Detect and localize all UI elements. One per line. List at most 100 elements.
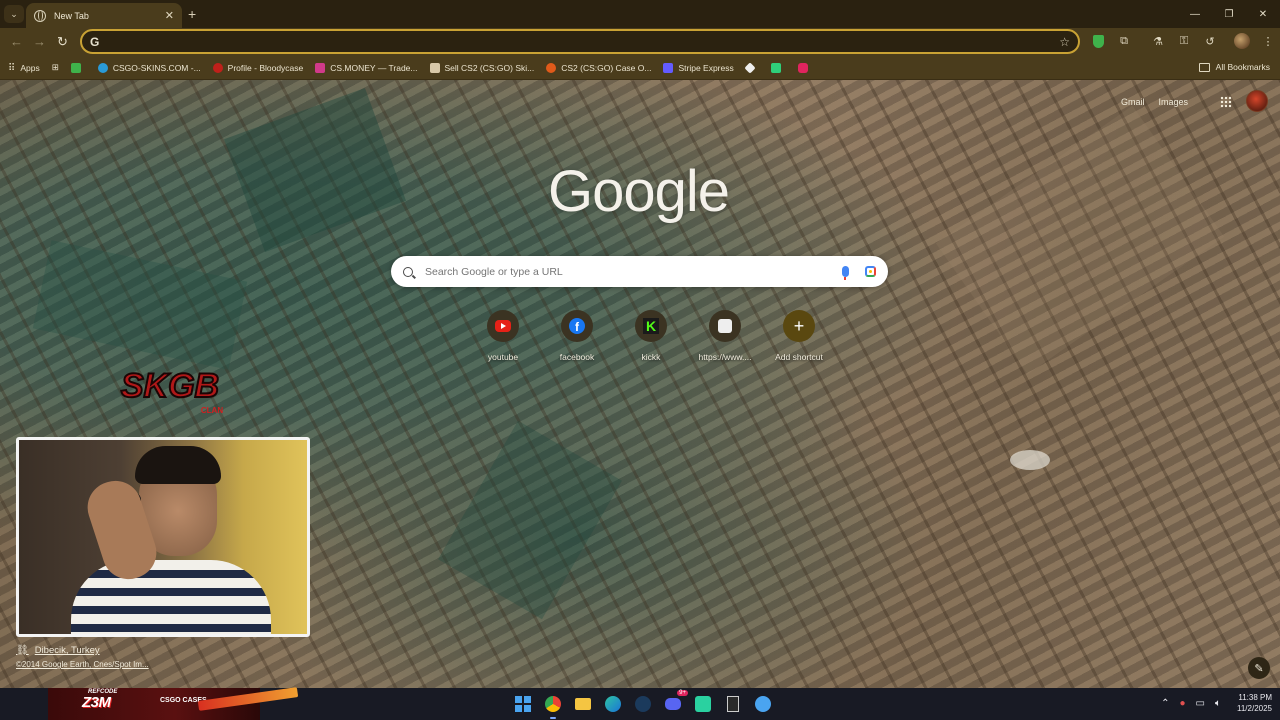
background-location-link[interactable]: ⛓ Dibecik, Turkey: [16, 645, 100, 656]
customize-pencil-icon[interactable]: ✎: [1248, 657, 1270, 679]
chrome-icon[interactable]: [542, 693, 564, 719]
shield-extension-icon[interactable]: [1090, 33, 1106, 49]
speaker-icon[interactable]: 🔈︎: [1215, 698, 1221, 709]
background-field: [438, 420, 622, 620]
labs-icon[interactable]: ⚗: [1150, 33, 1166, 49]
person-hair: [135, 446, 221, 484]
shortcut-label: facebook: [559, 352, 595, 362]
epic-games-icon[interactable]: [722, 693, 744, 715]
address-bar[interactable]: G ☆: [80, 29, 1080, 54]
shortcut-facebook[interactable]: f facebook: [540, 310, 614, 362]
toolbar-icons: ⧉ ⚗ ⚿ ↺ ⋮: [1090, 33, 1276, 49]
bookmark-label: Stripe Express: [678, 62, 734, 73]
all-bookmarks-button[interactable]: All Bookmarks: [1198, 62, 1270, 72]
windows-start-icon[interactable]: [512, 693, 534, 715]
date-label: 11/2/2025: [1237, 704, 1272, 713]
steam-icon[interactable]: [632, 693, 654, 715]
bookmark-label: CS.MONEY — Trade...: [330, 62, 418, 73]
clan-logo: SKGB CLAN: [120, 366, 223, 415]
edge-icon[interactable]: [602, 693, 624, 715]
bookmark-shield-ext[interactable]: [70, 62, 86, 73]
rifle-image: [197, 687, 299, 711]
google-apps-icon[interactable]: [1220, 96, 1232, 108]
shortcut-url[interactable]: https://www....: [688, 310, 762, 362]
kick-icon: K: [643, 318, 659, 334]
app-blue-icon[interactable]: [752, 693, 774, 715]
shortcut-kick[interactable]: K kickk: [614, 310, 688, 362]
bookmark-label: Apps: [20, 62, 40, 73]
file-explorer-icon[interactable]: [572, 693, 594, 715]
discord-icon[interactable]: 9+: [662, 690, 688, 715]
new-tab-page: Gmail Images Google youtube f facebook K…: [0, 80, 1280, 688]
tab-strip: ⌄ New Tab ✕ + — ❐ ✕: [0, 0, 1280, 28]
tab-new-tab[interactable]: New Tab ✕: [26, 3, 182, 28]
add-shortcut-button[interactable]: + Add shortcut: [762, 310, 836, 362]
plus-icon: +: [793, 316, 805, 336]
location-label: Dibecik, Turkey: [34, 645, 100, 656]
shortcut-label: Add shortcut: [775, 352, 823, 362]
new-tab-button[interactable]: +: [188, 6, 196, 22]
bookmark-red-icon[interactable]: [797, 62, 813, 73]
webcam-overlay: [16, 437, 310, 637]
minimize-button[interactable]: —: [1178, 0, 1212, 28]
clan-logo-sub: CLAN: [201, 406, 223, 415]
close-window-button[interactable]: ✕: [1246, 0, 1280, 28]
microphone-icon[interactable]: [842, 266, 849, 280]
youtube-icon: [495, 320, 511, 332]
clock[interactable]: 11:38 PM 11/2/2025: [1237, 692, 1272, 714]
link-icon: ⛓: [16, 645, 29, 656]
google-lens-icon[interactable]: [865, 266, 876, 277]
bookmarks-bar: ⠿ Apps ⊞ CSGO-SKINS.COM -... Profile - Bl…: [0, 56, 1280, 80]
menu-kebab-icon[interactable]: ⋮: [1260, 33, 1276, 49]
bookmark-label: CSGO-SKINS.COM -...: [112, 62, 201, 73]
shortcut-youtube[interactable]: youtube: [466, 310, 540, 362]
terminal-icon[interactable]: [692, 693, 714, 715]
gmail-link[interactable]: Gmail: [1121, 97, 1145, 107]
shortcut-label: https://www....: [698, 352, 752, 362]
bookmark-label: Profile - Bloodycase: [227, 62, 304, 73]
search-box[interactable]: [391, 256, 888, 287]
password-key-icon[interactable]: ⚿: [1176, 33, 1192, 49]
back-arrow-icon[interactable]: ←: [10, 34, 23, 49]
forward-arrow-icon[interactable]: →: [33, 34, 46, 49]
bookmark-label: Sell CS2 (CS:GO) Ski...: [444, 62, 535, 73]
bookmark-cs2-case[interactable]: CS2 (CS:GO) Case O...: [546, 62, 652, 73]
address-input[interactable]: [104, 35, 1060, 48]
tab-groups-icon[interactable]: ⊞: [52, 62, 59, 73]
bookmark-apps[interactable]: ⠿ Apps: [8, 62, 40, 74]
account-avatar[interactable]: [1246, 90, 1268, 112]
profile-avatar[interactable]: [1234, 33, 1250, 49]
shortcut-label: youtube: [487, 352, 519, 362]
bookmark-csgo-skins[interactable]: CSGO-SKINS.COM -...: [97, 62, 201, 73]
shortcuts-row: youtube f facebook K kickk https://www..…: [466, 310, 836, 362]
bookmark-diamond-icon[interactable]: [744, 61, 759, 74]
background-field: [935, 105, 1225, 375]
background-credit[interactable]: ©2014 Google Earth, Cnes/Spot Im...: [16, 660, 149, 669]
person-shirt: [71, 560, 271, 634]
search-input[interactable]: [425, 265, 842, 278]
tab-close-icon[interactable]: ✕: [165, 9, 174, 22]
chevron-up-icon[interactable]: ⌃: [1161, 698, 1169, 709]
bookmark-bloodycase[interactable]: Profile - Bloodycase: [212, 62, 304, 73]
images-link[interactable]: Images: [1158, 97, 1188, 107]
bookmark-star-icon[interactable]: ☆: [1059, 35, 1070, 49]
discord-badge: 9+: [677, 690, 688, 696]
bookmark-cs-money[interactable]: CS.MONEY — Trade...: [315, 62, 418, 73]
windows-taskbar: REFCODE Z3M CSGO CASES 9+ ⌃ ● ▭ 🔈︎ 11:38…: [0, 687, 1280, 720]
globe-icon: [34, 9, 46, 22]
extensions-puzzle-icon[interactable]: ⧉: [1116, 33, 1132, 49]
tab-search-button[interactable]: ⌄: [4, 5, 24, 23]
bookmark-green-icon[interactable]: [770, 62, 786, 73]
bookmark-label: CS2 (CS:GO) Case O...: [561, 62, 652, 73]
microphone-icon[interactable]: ●: [1180, 698, 1186, 709]
display-icon[interactable]: ▭: [1196, 698, 1205, 709]
restore-button[interactable]: ❐: [1212, 0, 1246, 28]
background-village: [1010, 450, 1050, 470]
bookmark-sell-cs2[interactable]: Sell CS2 (CS:GO) Ski...: [429, 62, 535, 73]
background-field: [32, 240, 248, 370]
ghost-icon: [718, 319, 732, 333]
history-icon[interactable]: ↺: [1202, 33, 1218, 49]
reload-icon[interactable]: ↻: [57, 34, 68, 50]
google-logo: Google: [548, 159, 730, 224]
bookmark-stripe-express[interactable]: Stripe Express: [663, 62, 734, 73]
